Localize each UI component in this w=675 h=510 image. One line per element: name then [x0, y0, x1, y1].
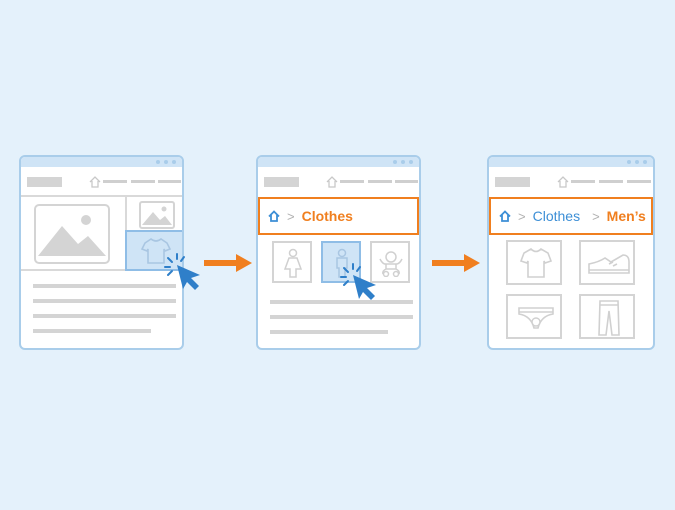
- breadcrumb: > Clothes: [258, 197, 419, 235]
- cursor-click-icon: [340, 263, 376, 300]
- window-dot: [156, 160, 160, 164]
- logo-placeholder: [27, 177, 62, 187]
- window-dot: [172, 160, 176, 164]
- arrow-right-icon: [432, 254, 480, 272]
- cursor-click-icon: [164, 253, 200, 290]
- nav-link: [571, 180, 595, 183]
- pants-tile[interactable]: [579, 294, 635, 339]
- woman-icon: [283, 248, 303, 278]
- breadcrumb-link-clothes[interactable]: Clothes: [533, 208, 580, 224]
- breadcrumb-separator: >: [592, 208, 600, 224]
- window-dot: [164, 160, 168, 164]
- arrow-right-icon: [204, 254, 252, 272]
- window-dot: [393, 160, 397, 164]
- text-line: [33, 314, 176, 318]
- window-dot: [635, 160, 639, 164]
- breadcrumb-current: Men’s: [606, 208, 646, 224]
- nav-link: [599, 180, 623, 183]
- women-tile[interactable]: [272, 241, 312, 283]
- nav-link: [158, 180, 181, 183]
- pants-icon: [598, 300, 620, 336]
- clothes-page-window: > Clothes: [256, 155, 421, 350]
- divider: [21, 195, 182, 197]
- window-dot: [643, 160, 647, 164]
- window-dot: [627, 160, 631, 164]
- home-icon: [326, 176, 338, 188]
- text-line: [270, 330, 388, 334]
- tshirt-icon: [520, 248, 552, 278]
- nav-link: [131, 180, 155, 183]
- nav-link: [395, 180, 418, 183]
- breadcrumb-separator: >: [518, 208, 526, 224]
- nav-link: [368, 180, 392, 183]
- nav-link: [103, 180, 127, 183]
- window-dot: [409, 160, 413, 164]
- image-placeholder-icon: [139, 201, 175, 229]
- tshirt-tile[interactable]: [506, 240, 562, 285]
- breadcrumb: > Clothes > Men’s: [489, 197, 653, 235]
- underwear-icon: [518, 307, 554, 329]
- nav-link: [627, 180, 651, 183]
- image-placeholder-icon: [34, 204, 110, 264]
- title-bar: [21, 157, 182, 167]
- underwear-tile[interactable]: [506, 294, 562, 339]
- home-icon[interactable]: [268, 210, 280, 222]
- text-line: [33, 329, 151, 333]
- home-icon: [89, 176, 101, 188]
- text-line: [33, 284, 176, 288]
- title-bar: [489, 157, 653, 167]
- logo-placeholder: [264, 177, 299, 187]
- mens-page-window: > Clothes > Men’s: [487, 155, 655, 350]
- sneaker-icon: [588, 254, 630, 274]
- nav-link: [340, 180, 364, 183]
- text-line: [270, 315, 413, 319]
- breadcrumb-separator: >: [287, 208, 295, 224]
- home-icon[interactable]: [499, 210, 511, 222]
- breadcrumb-current: Clothes: [301, 208, 353, 224]
- window-dot: [401, 160, 405, 164]
- text-line: [33, 299, 176, 303]
- home-icon: [557, 176, 569, 188]
- home-page-window: [19, 155, 184, 350]
- title-bar: [258, 157, 419, 167]
- sneaker-tile[interactable]: [579, 240, 635, 285]
- logo-placeholder: [495, 177, 530, 187]
